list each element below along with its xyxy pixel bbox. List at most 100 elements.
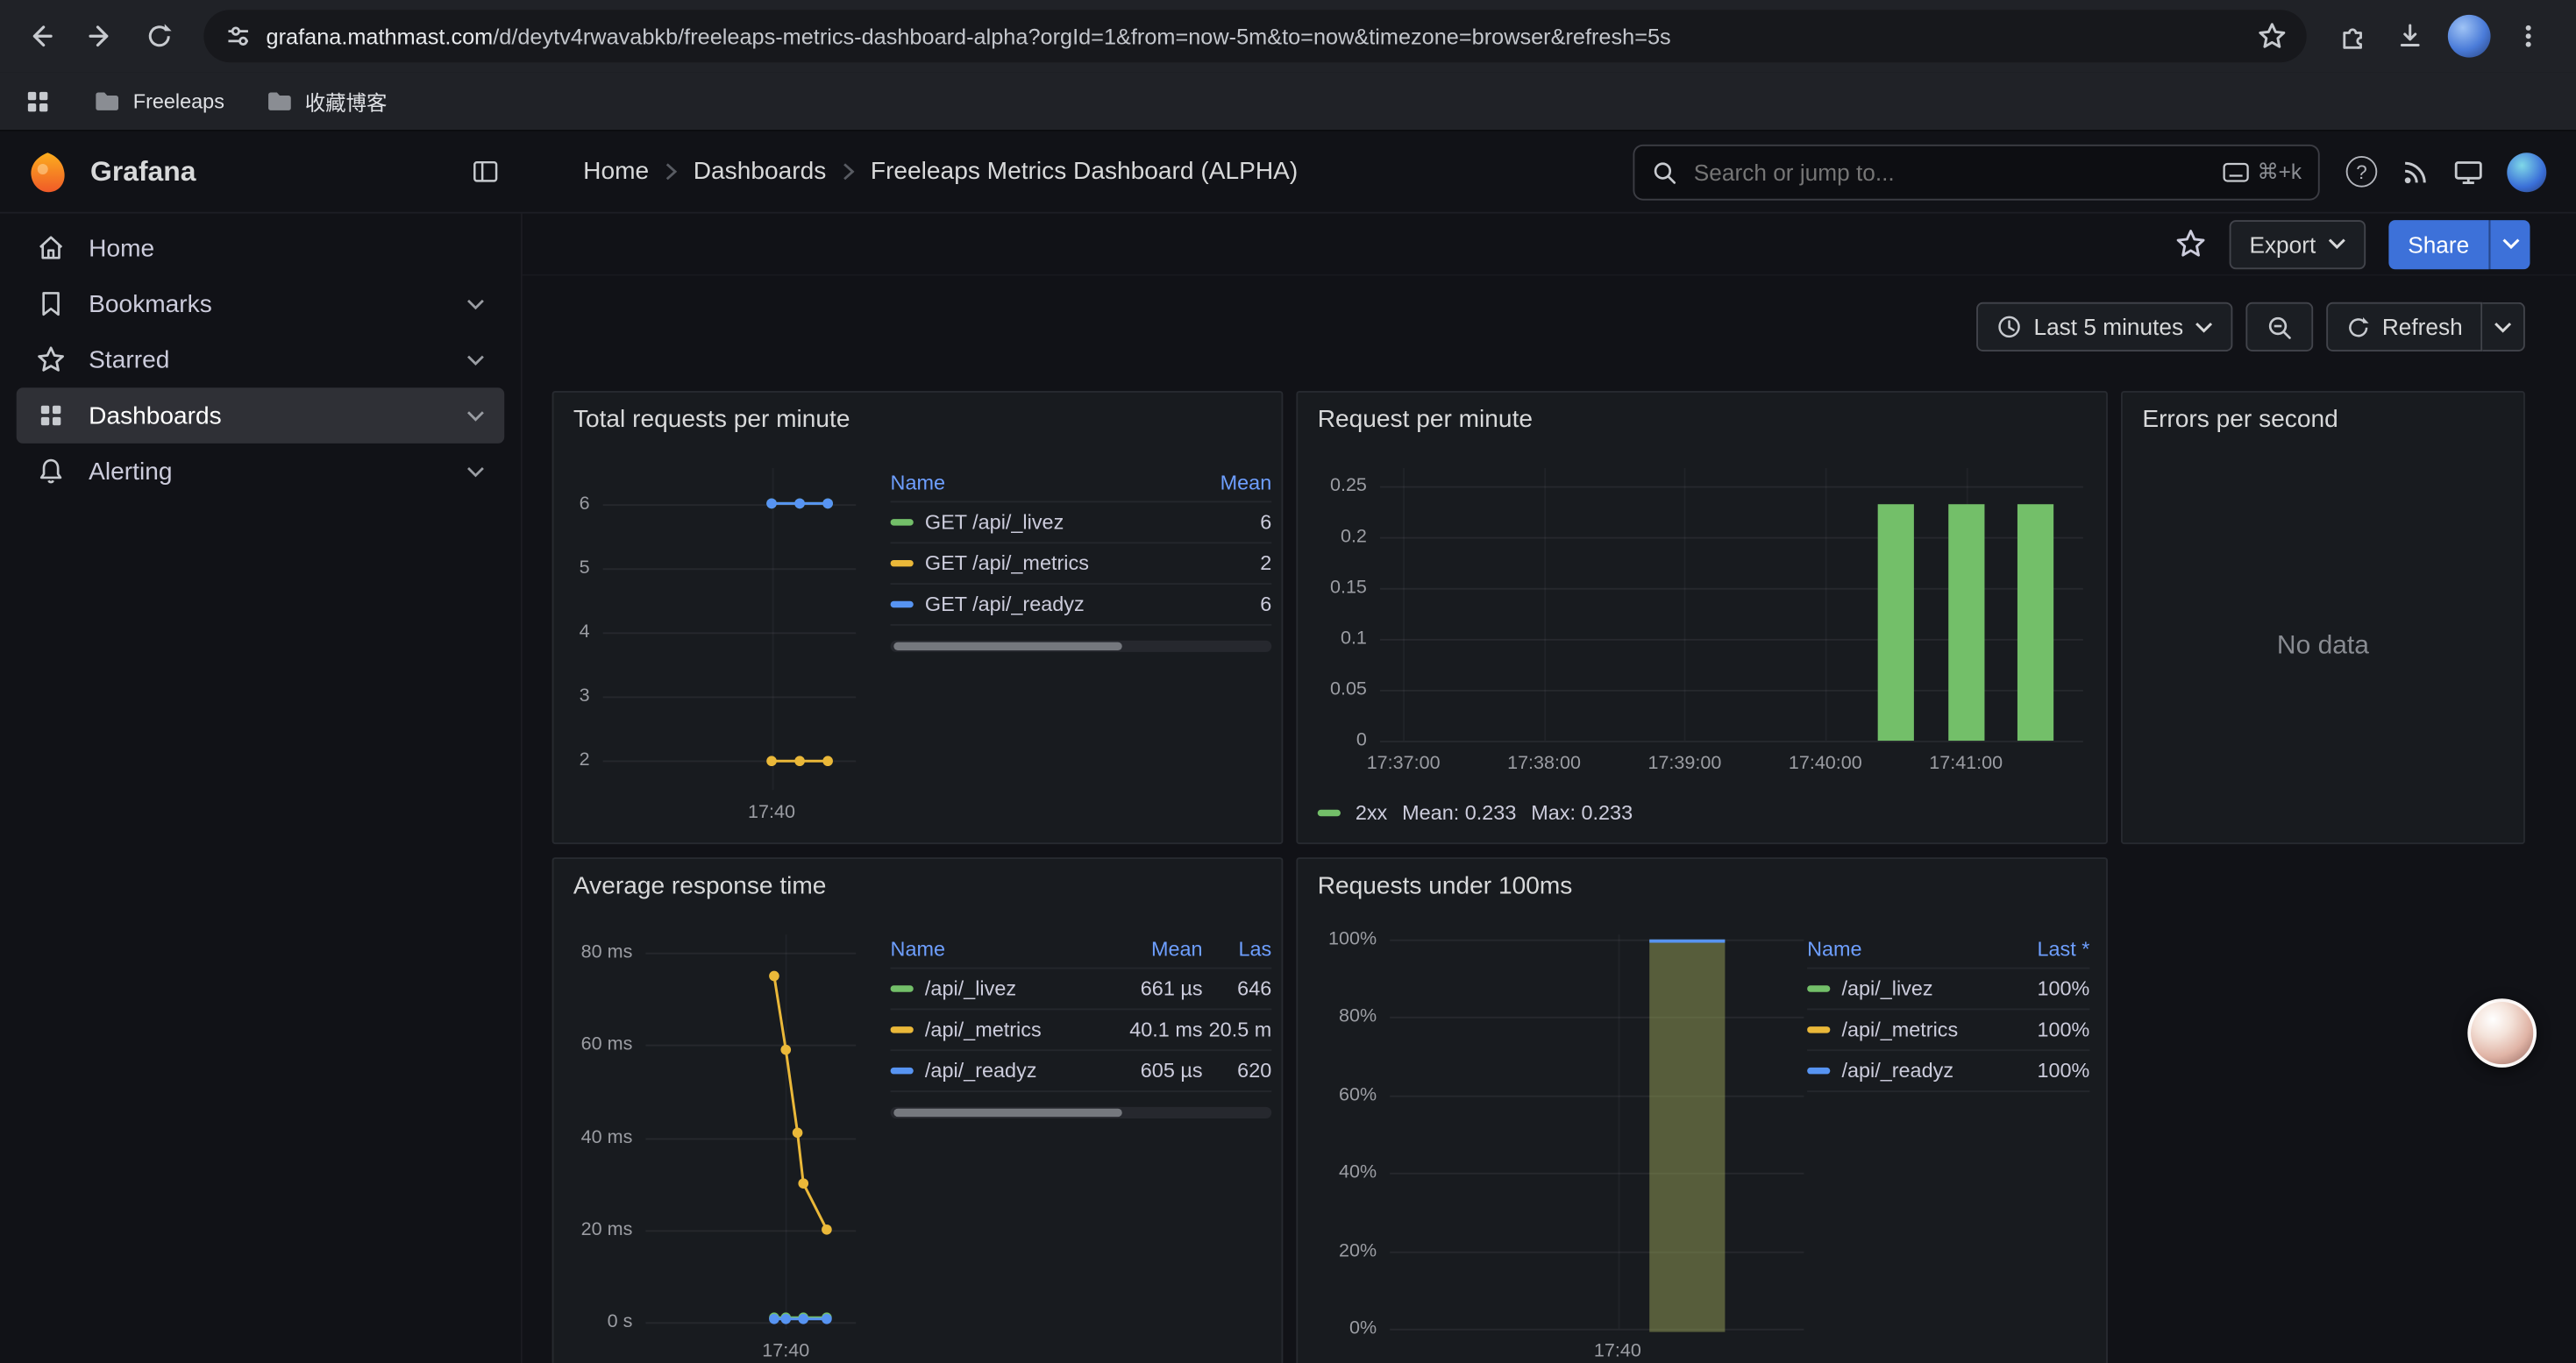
legend-header-name[interactable]: Name: [891, 472, 1173, 494]
legend-header-row: Name Mean Las: [891, 931, 1272, 969]
legend-scrollbar[interactable]: [891, 641, 1272, 652]
series-name: /api/_readyz: [1841, 1060, 1953, 1083]
panel-requests-under-100ms: Requests under 100ms 100%80%60%40%20%0%1…: [1296, 857, 2108, 1363]
extensions-button[interactable]: [2323, 8, 2379, 64]
browser-menu-button[interactable]: [2501, 8, 2557, 64]
collapse-sidebar-icon[interactable]: [472, 158, 500, 186]
user-avatar[interactable]: [2507, 152, 2546, 191]
legend-header-name[interactable]: Name: [891, 938, 1098, 961]
legend-header-mean[interactable]: Mean: [1098, 938, 1203, 961]
legend-row: GET /api/_livez 6: [891, 502, 1272, 543]
export-button[interactable]: Export: [2230, 219, 2366, 268]
legend-row: GET /api/_readyz 6: [891, 585, 1272, 626]
requests-under-100ms-chart[interactable]: 100%80%60%40%20%0%17:40: [1307, 934, 1804, 1363]
bar: [1648, 940, 1724, 1332]
grafana-logo[interactable]: [26, 150, 69, 193]
series-name[interactable]: 2xx: [1356, 801, 1387, 824]
series-last: 646: [1203, 977, 1272, 1000]
y-tick-label: 60%: [1307, 1082, 1377, 1108]
legend-scrollbar[interactable]: [891, 1107, 1272, 1118]
forward-button[interactable]: [72, 8, 128, 64]
sidebar-item-home[interactable]: Home: [17, 220, 504, 276]
panel-title[interactable]: Request per minute: [1318, 406, 1533, 434]
legend-series-readyz[interactable]: /api/_readyz: [891, 1060, 1098, 1083]
y-tick-label: 20%: [1307, 1238, 1377, 1264]
sidebar-item-bookmarks[interactable]: Bookmarks: [17, 276, 504, 332]
bookmarks-bar: Freeleaps 收藏博客: [0, 72, 2576, 131]
apps-grid-icon[interactable]: [23, 86, 53, 116]
scrollbar-thumb[interactable]: [893, 1109, 1122, 1117]
legend-series-readyz[interactable]: GET /api/_readyz: [891, 593, 1173, 615]
legend-table: Name Last * /api/_livez 100% /api/_metri…: [1807, 931, 2089, 1092]
folder-icon: [92, 87, 120, 115]
refresh-button[interactable]: Refresh: [2326, 302, 2482, 351]
average-response-time-chart[interactable]: 80 ms60 ms40 ms20 ms0 s17:40: [560, 934, 856, 1363]
bookmark-item-blogs[interactable]: 收藏博客: [264, 85, 388, 117]
back-button[interactable]: [13, 8, 69, 64]
monitor-icon[interactable]: [2452, 157, 2484, 187]
panel-title[interactable]: Average response time: [573, 872, 827, 900]
sidebar-item-label: Starred: [89, 345, 169, 373]
legend-series-livez[interactable]: /api/_livez: [1807, 977, 1999, 1000]
legend-header-last[interactable]: Las: [1203, 938, 1272, 961]
site-info-icon[interactable]: [224, 21, 253, 51]
legend-series-livez[interactable]: /api/_livez: [891, 977, 1098, 1000]
reload-button[interactable]: [132, 8, 188, 64]
legend-header-name[interactable]: Name: [1807, 938, 1999, 961]
x-gridline: [1684, 468, 1686, 741]
assistant-avatar-overlay[interactable]: [2467, 998, 2537, 1068]
y-gridline: [1390, 1251, 1804, 1253]
x-tick-label: 17:40: [720, 1338, 851, 1363]
panel-title[interactable]: Errors per second: [2142, 406, 2338, 434]
sidebar-item-label: Home: [89, 234, 154, 262]
chevron-down-icon[interactable]: [466, 465, 485, 477]
chevron-down-icon[interactable]: [466, 354, 485, 366]
bookmark-item-freeleaps[interactable]: Freeleaps: [92, 87, 224, 115]
sidebar-item-dashboards[interactable]: Dashboards: [17, 387, 504, 444]
legend-series-metrics[interactable]: GET /api/_metrics: [891, 552, 1173, 575]
legend-series-livez[interactable]: GET /api/_livez: [891, 511, 1173, 534]
search-input[interactable]: [1690, 157, 2210, 187]
panel-title[interactable]: Total requests per minute: [573, 406, 850, 434]
search-box[interactable]: ⌘+k: [1633, 144, 2319, 200]
total-requests-chart[interactable]: 6543217:40: [560, 468, 856, 833]
legend-table: Name Mean GET /api/_livez 6 GET /api/_me…: [891, 465, 1272, 652]
legend-header-last[interactable]: Last *: [1999, 938, 2089, 961]
star-icon: [36, 344, 66, 374]
url-bar[interactable]: grafana.mathmast.com/d/deytv4rwavabkb/fr…: [203, 10, 2306, 62]
chevron-down-icon[interactable]: [466, 298, 485, 309]
series-mean: Mean: 0.233: [1402, 801, 1516, 824]
legend-series-metrics[interactable]: /api/_metrics: [891, 1019, 1098, 1041]
bookmark-star-icon[interactable]: [2257, 21, 2287, 51]
sidebar-item-alerting[interactable]: Alerting: [17, 444, 504, 500]
legend-series-metrics[interactable]: /api/_metrics: [1807, 1019, 1999, 1041]
share-menu-button[interactable]: [2489, 219, 2530, 268]
breadcrumb-home[interactable]: Home: [583, 158, 649, 186]
chevron-down-icon[interactable]: [466, 409, 485, 421]
legend-row: /api/_metrics 100%: [1807, 1010, 2089, 1051]
bookmark-label: 收藏博客: [305, 85, 388, 117]
request-per-minute-chart[interactable]: 0.250.20.150.10.05017:37:0017:38:0017:39…: [1307, 468, 2082, 784]
breadcrumb-dashboards[interactable]: Dashboards: [694, 158, 827, 186]
zoom-out-button[interactable]: [2245, 302, 2313, 351]
search-icon: [1651, 159, 1677, 185]
sidebar-item-starred[interactable]: Starred: [17, 331, 504, 387]
series-mean: 661 µs: [1098, 977, 1203, 1000]
favorite-star-button[interactable]: [2175, 228, 2207, 259]
browser-profile-avatar[interactable]: [2448, 15, 2491, 58]
legend-header-mean[interactable]: Mean: [1173, 472, 1271, 494]
time-range-label: Last 5 minutes: [2033, 314, 2183, 340]
panel-title[interactable]: Requests under 100ms: [1318, 872, 1573, 900]
legend-series-readyz[interactable]: /api/_readyz: [1807, 1060, 1999, 1083]
breadcrumb: Home Dashboards Freeleaps Metrics Dashbo…: [583, 158, 1298, 186]
scrollbar-thumb[interactable]: [893, 642, 1122, 650]
grafana-header: Grafana Home Dashboards Freeleaps Metric…: [0, 131, 2576, 214]
downloads-button[interactable]: [2382, 8, 2438, 64]
help-icon[interactable]: ?: [2346, 156, 2378, 188]
x-gridline: [1404, 468, 1405, 741]
share-button[interactable]: Share: [2388, 219, 2489, 268]
refresh-interval-button[interactable]: [2482, 302, 2525, 351]
time-range-picker[interactable]: Last 5 minutes: [1976, 302, 2232, 351]
header-icons: ?: [2320, 152, 2576, 191]
news-rss-icon[interactable]: [2401, 157, 2430, 187]
